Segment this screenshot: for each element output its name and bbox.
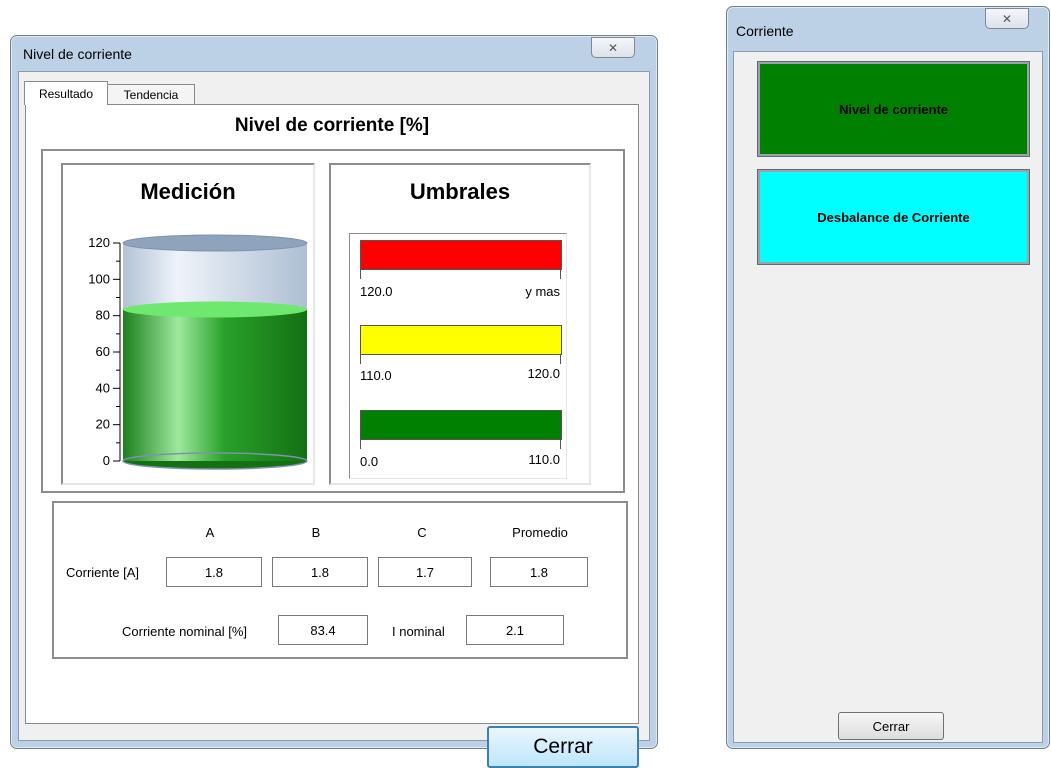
umbrales-title: Umbrales: [409, 179, 511, 204]
cylinder-fill-front: [123, 309, 307, 461]
tab-resultado[interactable]: Resultado: [24, 81, 108, 105]
field-corriente-a: 1.8: [166, 557, 262, 587]
window-close-button[interactable]: ✕: [985, 8, 1029, 29]
window-client-area: Nivel de corriente Desbalance de Corrien…: [733, 51, 1043, 743]
threshold-to: 120.0: [527, 366, 560, 381]
column-header-promedio: Promedio: [512, 525, 568, 540]
cerrar-button[interactable]: Cerrar: [838, 712, 944, 740]
cylinder-top-cap: [122, 234, 308, 252]
nivel-corriente-window: Nivel de corriente ✕ Resultado Tendencia…: [10, 35, 658, 768]
measurements-frame: A B C Promedio Corriente [A] 1.8 1.8 1.7…: [52, 501, 628, 659]
scale-tick-label: 60: [96, 344, 110, 359]
threshold-bar-red: [360, 240, 562, 270]
threshold-bar-green: [360, 410, 562, 440]
nivel-corriente-button[interactable]: Nivel de corriente: [758, 62, 1029, 156]
scale-tick-label: 120: [88, 235, 110, 250]
desbalance-corriente-button[interactable]: Desbalance de Corriente: [758, 170, 1029, 264]
panel-title: Nivel de corriente [%]: [234, 115, 430, 136]
window-client-area: Resultado Tendencia Nivel de corriente […: [18, 71, 650, 768]
field-corriente-nominal: 83.4: [278, 615, 368, 645]
field-corriente-c: 1.7: [378, 557, 472, 587]
scale-tick-label: 40: [96, 380, 110, 395]
column-header-a: A: [205, 525, 215, 540]
scale-tick-label: 80: [96, 308, 110, 323]
cerrar-button[interactable]: Cerrar: [487, 726, 639, 768]
scale-tick-label: 100: [88, 271, 110, 286]
threshold-from: 0.0: [360, 454, 379, 469]
tab-tendencia[interactable]: Tendencia: [107, 84, 195, 105]
level-cylinder: 120 100 80 60 40 20 0: [88, 234, 308, 470]
column-header-b: B: [311, 525, 321, 540]
row-label-corriente: Corriente [A]: [66, 565, 139, 580]
label-corriente-nominal: Corriente nominal [%]: [122, 624, 247, 639]
medicion-box: Medición 120 100 80 60 40 20 0: [61, 163, 315, 485]
column-header-c: C: [417, 525, 427, 540]
field-corriente-promedio: 1.8: [490, 557, 588, 587]
corriente-window: Corriente ✕ Nivel de corriente Desbalanc…: [726, 6, 1050, 749]
window-title: Nivel de corriente: [23, 46, 132, 62]
resultado-tab-panel: Nivel de corriente [%] Medición 120 100 80…: [25, 104, 639, 724]
field-i-nominal: 2.1: [466, 615, 564, 645]
window-close-button[interactable]: ✕: [591, 37, 635, 58]
threshold-to: 110.0: [528, 452, 560, 467]
threshold-to: y mas: [525, 284, 560, 299]
threshold-from: 110.0: [360, 368, 392, 383]
window-title: Corriente: [736, 23, 794, 39]
threshold-from: 120.0: [360, 284, 393, 299]
scale-tick-label: 0: [103, 453, 110, 468]
close-icon: ✕: [607, 40, 619, 55]
umbrales-legend: 120.0 y mas 110.0 120.0 0.0 110.0: [349, 233, 567, 479]
charts-frame: Medición 120 100 80 60 40 20 0 Umbrales 120.0 …: [41, 149, 625, 493]
threshold-bar-yellow: [360, 325, 562, 355]
umbrales-box: Umbrales 120.0 y mas 110.0 120.0 0.0 110…: [329, 163, 591, 485]
label-i-nominal: I nominal: [392, 624, 445, 639]
cylinder-fill-surface: [123, 301, 307, 318]
scale-tick-label: 20: [96, 417, 110, 432]
field-corriente-b: 1.8: [272, 557, 368, 587]
close-icon: ✕: [1001, 11, 1013, 26]
